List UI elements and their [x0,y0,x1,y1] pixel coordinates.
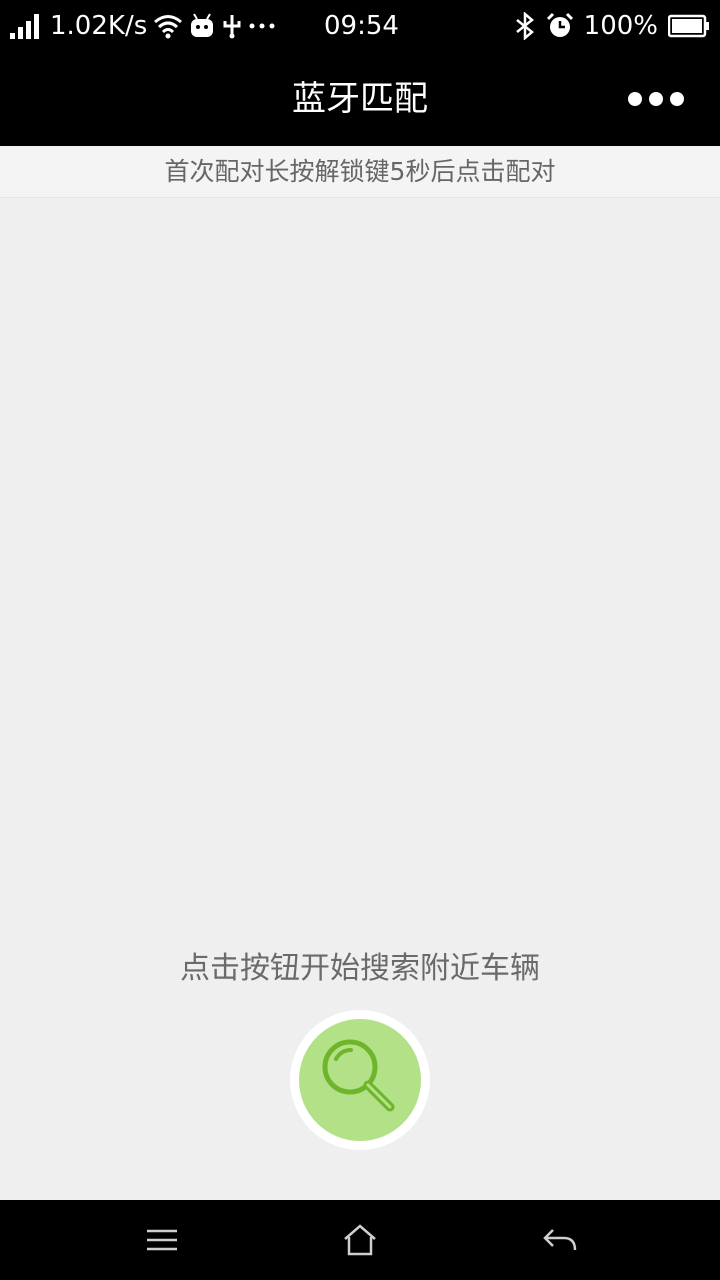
home-icon[interactable] [340,1220,380,1260]
signal-icon [10,13,44,39]
network-speed: 1.02K/s [50,11,148,41]
android-icon [189,13,215,39]
search-button[interactable] [290,1010,430,1150]
wifi-icon [153,13,183,39]
more-dot [649,92,663,106]
status-right: 100% [514,0,710,52]
alarm-icon [546,12,574,40]
pairing-hint: 首次配对长按解锁键5秒后点击配对 [0,146,720,198]
menu-icon[interactable] [142,1220,182,1260]
nav-bar [0,1200,720,1280]
status-left: 1.02K/s [10,0,275,52]
status-bar: 1.02K/s 09:54 100% [0,0,720,52]
battery-percent: 100% [583,11,658,41]
usb-icon [221,13,243,39]
more-dots-icon [249,21,275,31]
search-prompt: 点击按钮开始搜索附近车辆 [180,951,540,986]
more-icon[interactable] [628,87,684,111]
header: 蓝牙匹配 [0,52,720,146]
clock: 09:54 [324,11,399,41]
search-button-fill [299,1019,421,1141]
back-icon[interactable] [540,1220,580,1260]
more-dot [670,92,684,106]
search-icon [314,1032,406,1128]
battery-icon [668,14,710,38]
more-dot [628,92,642,106]
page-title: 蓝牙匹配 [292,79,428,119]
bluetooth-icon [514,12,536,40]
